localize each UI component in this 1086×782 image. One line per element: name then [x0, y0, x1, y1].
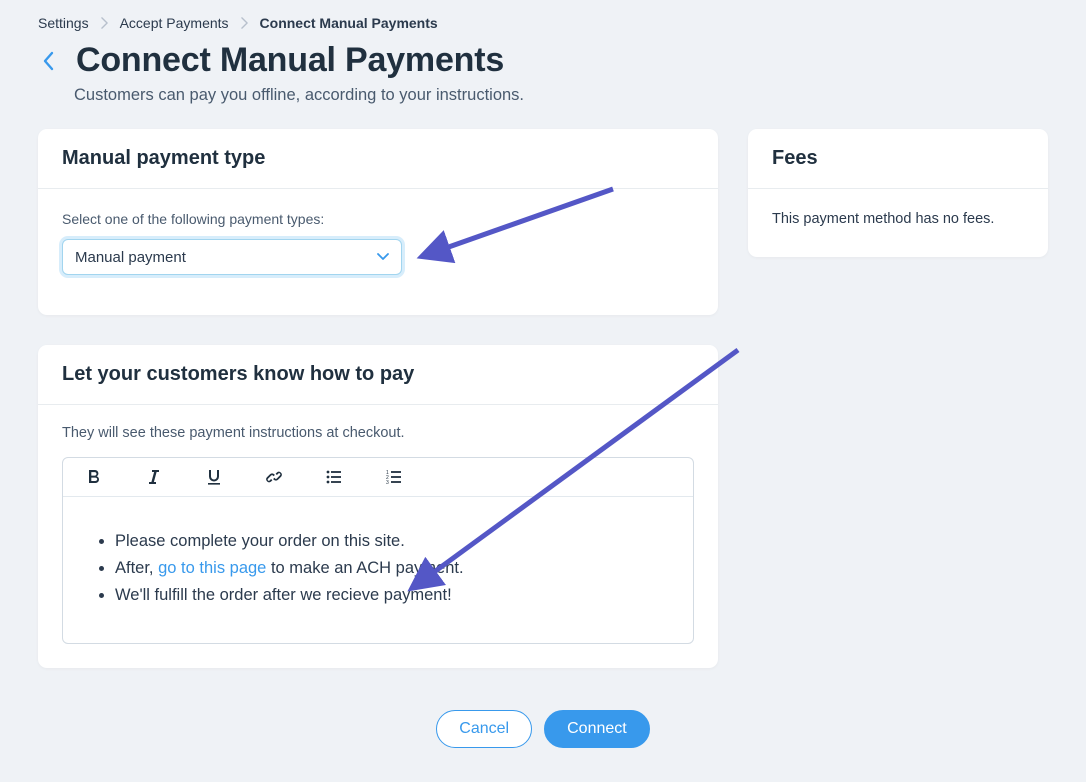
svg-text:3: 3: [386, 480, 389, 486]
numbered-list-button[interactable]: 123: [383, 466, 405, 488]
back-button[interactable]: [38, 50, 60, 72]
payment-type-card-title: Manual payment type: [62, 147, 694, 170]
link-icon: [265, 468, 283, 486]
bullet-list-button[interactable]: [323, 466, 345, 488]
page-subtitle: Customers can pay you offline, according…: [74, 86, 1048, 105]
rich-text-editor: 123 Please complete your order on this s…: [62, 457, 694, 644]
page-title: Connect Manual Payments: [76, 41, 504, 80]
payment-type-label: Select one of the following payment type…: [62, 211, 694, 227]
bold-icon: [85, 468, 103, 486]
fees-card: Fees This payment method has no fees.: [748, 129, 1048, 257]
instructions-card-title: Let your customers know how to pay: [62, 363, 694, 386]
chevron-right-icon: [241, 17, 248, 29]
instruction-item: We'll fulfill the order after we recieve…: [115, 583, 671, 608]
bold-button[interactable]: [83, 466, 105, 488]
breadcrumb: Settings Accept Payments Connect Manual …: [38, 15, 1048, 31]
breadcrumb-item-settings[interactable]: Settings: [38, 15, 89, 31]
breadcrumb-item-accept-payments[interactable]: Accept Payments: [120, 15, 229, 31]
footer-buttons: Cancel Connect: [38, 710, 1048, 748]
chevron-right-icon: [101, 17, 108, 29]
instructions-card: Let your customers know how to pay They …: [38, 345, 718, 668]
numbered-list-icon: 123: [385, 468, 403, 486]
breadcrumb-item-current: Connect Manual Payments: [260, 15, 438, 31]
link-button[interactable]: [263, 466, 285, 488]
underline-icon: [205, 468, 223, 486]
payment-type-select-value: Manual payment: [75, 249, 186, 266]
chevron-left-icon: [43, 51, 55, 71]
chevron-down-icon: [377, 253, 389, 261]
annotation-arrow-icon: [413, 179, 633, 279]
cancel-button[interactable]: Cancel: [436, 710, 532, 748]
connect-button[interactable]: Connect: [544, 710, 650, 748]
italic-button[interactable]: [143, 466, 165, 488]
payment-type-select[interactable]: Manual payment: [62, 239, 402, 275]
rte-toolbar: 123: [63, 458, 693, 497]
bullet-list-icon: [325, 468, 343, 486]
payment-type-card: Manual payment type Select one of the fo…: [38, 129, 718, 315]
fees-text: This payment method has no fees.: [748, 189, 1048, 257]
instruction-item: Please complete your order on this site.: [115, 529, 671, 554]
rte-content[interactable]: Please complete your order on this site.…: [63, 497, 693, 643]
fees-card-title: Fees: [772, 147, 1024, 170]
instruction-link[interactable]: go to this page: [158, 559, 266, 577]
underline-button[interactable]: [203, 466, 225, 488]
instruction-item: After, go to this page to make an ACH pa…: [115, 556, 671, 581]
instructions-caption: They will see these payment instructions…: [62, 425, 694, 441]
italic-icon: [145, 468, 163, 486]
